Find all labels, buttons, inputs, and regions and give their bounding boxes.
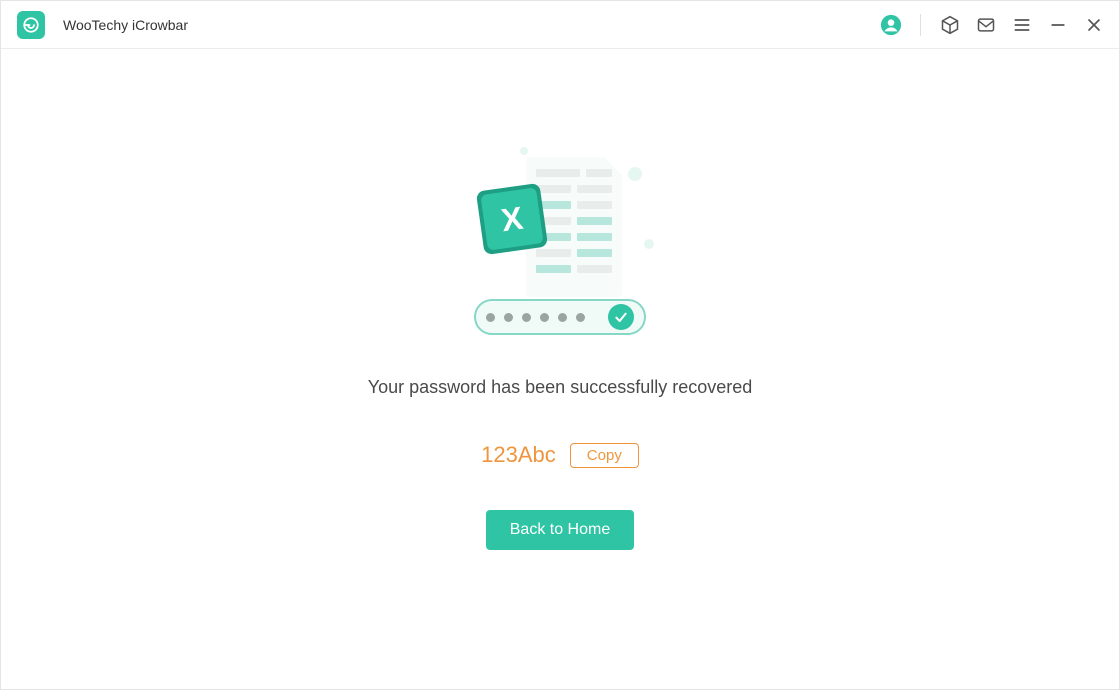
excel-file-icon: X [476,183,548,255]
password-dot [522,313,531,322]
title-bar-actions [880,14,1105,36]
password-dot [486,313,495,322]
check-icon [608,304,634,330]
password-dot [504,313,513,322]
minimize-icon[interactable] [1047,14,1069,36]
logo-glyph-icon [22,16,40,34]
decor-bubble [628,167,642,181]
account-icon[interactable] [880,14,902,36]
decor-bubble [520,147,528,155]
status-message: Your password has been successfully reco… [368,377,753,398]
password-dot [540,313,549,322]
password-dot [576,313,585,322]
document-rows [536,169,612,273]
mail-icon[interactable] [975,14,997,36]
recovered-password: 123Abc [481,442,556,468]
app-logo [17,11,45,39]
decor-bubble [644,239,654,249]
main-content: X Your password has been successfully re… [1,49,1119,689]
menu-icon[interactable] [1011,14,1033,36]
title-bar: WooTechy iCrowbar [1,1,1119,49]
app-window: WooTechy iCrowbar [0,0,1120,690]
password-row: 123Abc Copy [481,442,639,468]
cube-icon[interactable] [939,14,961,36]
app-title: WooTechy iCrowbar [63,17,188,33]
success-illustration: X [460,139,660,349]
back-to-home-button[interactable]: Back to Home [486,510,634,550]
copy-button[interactable]: Copy [570,443,639,468]
password-dot [558,313,567,322]
title-divider [920,14,921,36]
close-icon[interactable] [1083,14,1105,36]
password-pill [474,299,646,335]
